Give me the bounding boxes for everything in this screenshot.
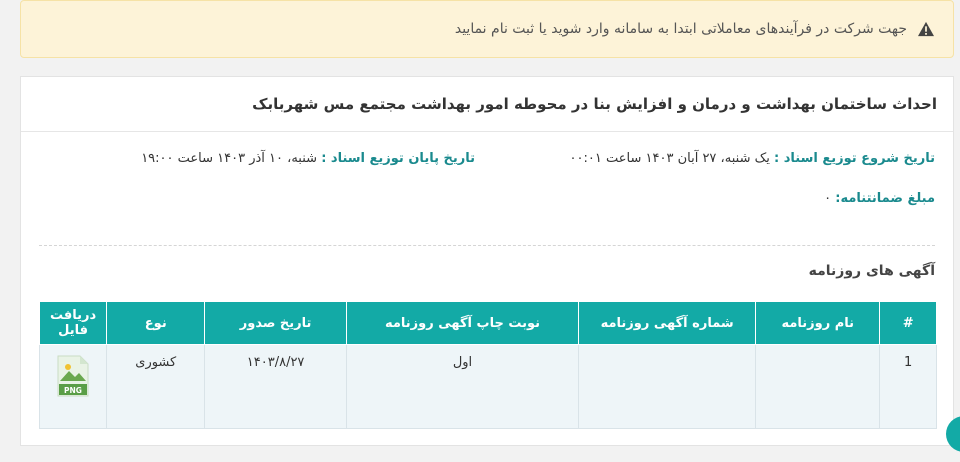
guarantee-value: ۰ bbox=[824, 191, 832, 206]
png-file-icon[interactable]: PNG bbox=[56, 355, 90, 397]
table-row: 1 اول ۱۴۰۳/۸/۲۷ کشوری PNG bbox=[38, 344, 937, 429]
cell-ad-number bbox=[578, 344, 757, 429]
end-date-value: شنبه، ۱۰ آذر ۱۴۰۳ ساعت ۱۹:۰۰ bbox=[141, 151, 318, 166]
section-divider bbox=[39, 245, 935, 246]
end-date-label: تاریخ پایان توزیع اسناد : bbox=[321, 151, 475, 166]
col-download: دریافت فایل bbox=[38, 301, 108, 345]
col-ad-number: شماره آگهی روزنامه bbox=[578, 301, 757, 345]
newspaper-ads-table: # نام روزنامه شماره آگهی روزنامه نوبت چا… bbox=[38, 301, 937, 429]
cell-issue-date: ۱۴۰۳/۸/۲۷ bbox=[204, 344, 347, 429]
cell-print-turn: اول bbox=[345, 344, 580, 429]
start-date-row: تاریخ شروع توزیع اسناد : یک شنبه، ۲۷ آبا… bbox=[570, 151, 935, 166]
tender-title: احداث ساختمان بهداشت و درمان و افزایش بن… bbox=[21, 77, 953, 132]
guarantee-label: مبلغ ضمانتنامه: bbox=[835, 191, 935, 206]
guarantee-row: مبلغ ضمانتنامه: ۰ bbox=[824, 191, 935, 206]
ads-section-title: آگهی های روزنامه bbox=[808, 263, 935, 279]
table-header-row: # نام روزنامه شماره آگهی روزنامه نوبت چا… bbox=[38, 301, 937, 345]
warning-icon bbox=[918, 21, 934, 37]
alert-text: جهت شرکت در فرآیندهای معاملاتی ابتدا به … bbox=[454, 21, 907, 37]
cell-download: PNG bbox=[38, 344, 108, 429]
login-alert: جهت شرکت در فرآیندهای معاملاتی ابتدا به … bbox=[20, 0, 954, 58]
end-date-row: تاریخ پایان توزیع اسناد : شنبه، ۱۰ آذر ۱… bbox=[141, 151, 475, 166]
cell-newspaper bbox=[755, 344, 881, 429]
col-type: نوع bbox=[106, 301, 206, 345]
tender-card: احداث ساختمان بهداشت و درمان و افزایش بن… bbox=[20, 76, 954, 446]
start-date-label: تاریخ شروع توزیع اسناد : bbox=[773, 151, 935, 166]
col-print-turn: نوبت چاپ آگهی روزنامه bbox=[345, 301, 580, 345]
cell-type: کشوری bbox=[106, 344, 206, 429]
col-index: # bbox=[879, 301, 937, 345]
png-file-label: PNG bbox=[64, 386, 82, 395]
col-issue-date: تاریخ صدور bbox=[204, 301, 347, 345]
start-date-value: یک شنبه، ۲۷ آبان ۱۴۰۳ ساعت ۰۰:۰۱ bbox=[569, 151, 770, 166]
col-newspaper: نام روزنامه bbox=[755, 301, 881, 345]
cell-index: 1 bbox=[879, 344, 937, 429]
